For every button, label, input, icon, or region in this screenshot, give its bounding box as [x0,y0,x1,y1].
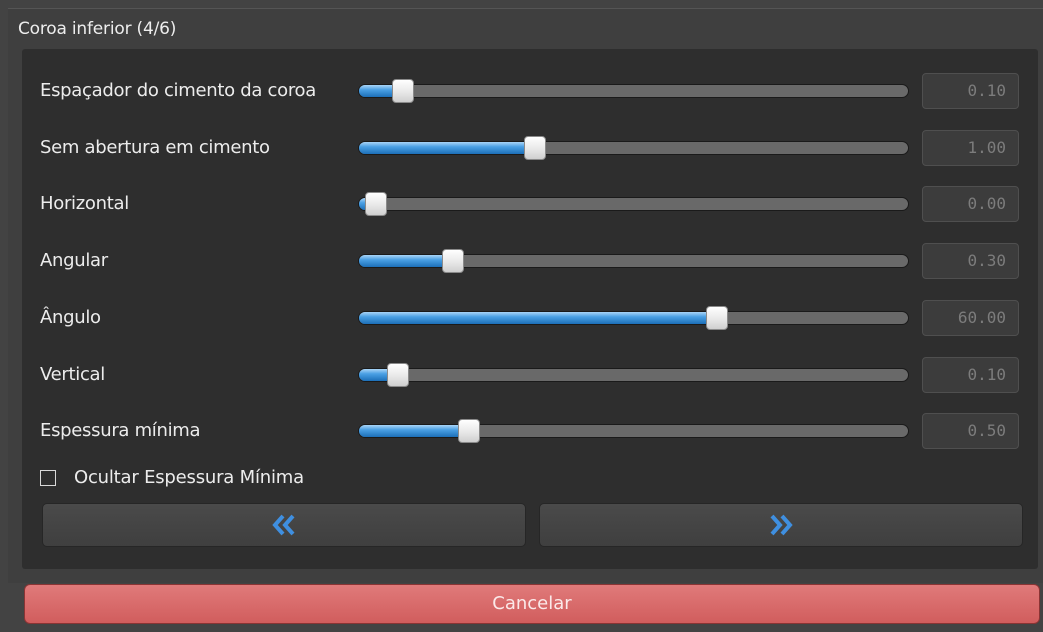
slider-label: Horizontal [40,193,129,214]
slider-handle[interactable] [458,419,480,443]
hide-min-thickness-checkbox[interactable] [40,470,56,486]
slider-row: Espessura mínima 0.50 [0,411,1043,451]
group-title: Coroa inferior (4/6) [18,19,177,39]
slider-label: Ângulo [40,307,101,328]
slider-handle[interactable] [524,136,546,160]
slider-value-field[interactable]: 0.10 [922,73,1019,109]
slider-label: Angular [40,250,108,271]
slider-track[interactable] [358,136,909,160]
slider-handle[interactable] [392,79,414,103]
slider-row: Sem abertura em cimento 1.00 [0,128,1043,168]
slider-value-field[interactable]: 0.30 [922,243,1019,279]
slider-track[interactable] [358,249,909,273]
slider-handle[interactable] [365,192,387,216]
slider-handle[interactable] [442,249,464,273]
slider-track[interactable] [358,363,909,387]
cancel-button[interactable]: Cancelar [24,584,1040,624]
window-frame: Coroa inferior (4/6) Espaçador do ciment… [0,0,1043,632]
hide-min-thickness-label: Ocultar Espessura Mínima [74,467,304,488]
slider-handle[interactable] [706,306,728,330]
slider-value-field[interactable]: 0.10 [922,357,1019,393]
previous-button[interactable] [42,503,526,547]
slider-fill [359,425,469,437]
slider-label: Espessura mínima [40,420,201,441]
slider-track[interactable] [358,419,909,443]
slider-value-field[interactable]: 1.00 [922,130,1019,166]
slider-value-field[interactable]: 0.00 [922,186,1019,222]
slider-row: Angular 0.30 [0,241,1043,281]
slider-value-field[interactable]: 0.50 [922,413,1019,449]
slider-track[interactable] [358,306,909,330]
double-chevron-right-icon [770,514,793,536]
slider-row: Ângulo 60.00 [0,298,1043,338]
slider-handle[interactable] [387,363,409,387]
slider-label: Sem abertura em cimento [40,137,270,158]
slider-fill [359,255,453,267]
slider-track[interactable] [358,192,909,216]
next-button[interactable] [539,503,1023,547]
slider-fill [359,142,535,154]
slider-row: Espaçador do cimento da coroa 0.10 [0,71,1043,111]
slider-label: Espaçador do cimento da coroa [40,80,316,101]
slider-label: Vertical [40,364,105,385]
slider-row: Vertical 0.10 [0,355,1043,395]
slider-track[interactable] [358,79,909,103]
double-chevron-left-icon [272,514,295,536]
slider-row: Horizontal 0.00 [0,184,1043,224]
slider-fill [359,312,717,324]
slider-value-field[interactable]: 60.00 [922,300,1019,336]
